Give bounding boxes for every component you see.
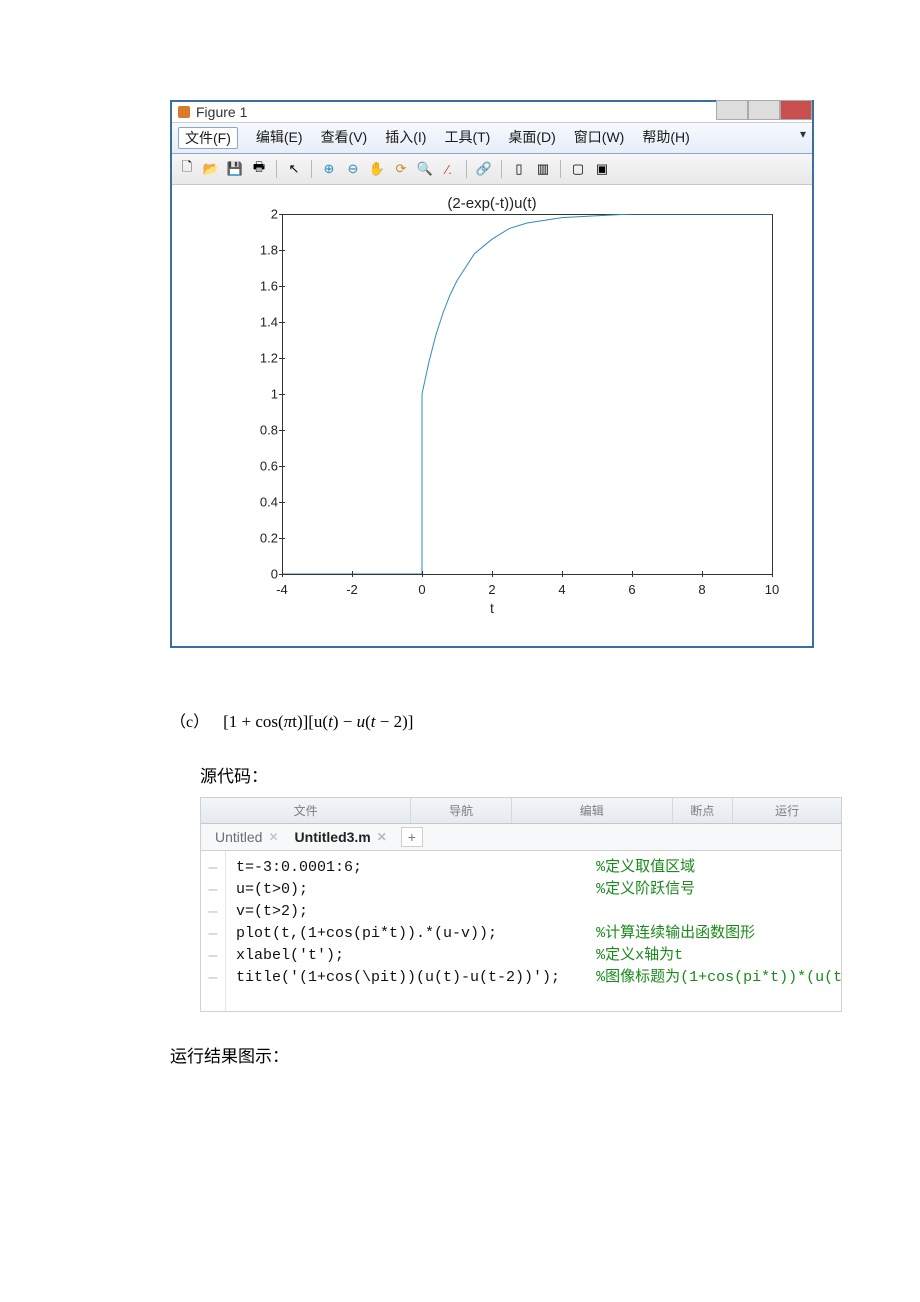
y-tick-label: 0.8 bbox=[256, 423, 278, 438]
caption-c: （c） [1 + cos(πt)][u(t) − u(t − 2)] bbox=[170, 708, 920, 732]
pan-icon[interactable]: ✋ bbox=[368, 160, 386, 178]
maximize-button[interactable] bbox=[748, 100, 780, 120]
brush-icon[interactable]: ⁄. bbox=[440, 160, 458, 178]
file-tab-label: Untitled3.m bbox=[295, 829, 371, 845]
y-tick-label: 1.2 bbox=[256, 351, 278, 366]
menu-desktop[interactable]: 桌面(D) bbox=[508, 127, 555, 149]
close-icon[interactable]: ✕ bbox=[268, 830, 278, 844]
open-icon[interactable]: 📂 bbox=[202, 160, 220, 178]
y-tick-label: 0 bbox=[256, 567, 278, 582]
toolbar-separator bbox=[276, 160, 277, 178]
caption-label: （c） bbox=[170, 714, 209, 731]
y-tick-label: 1.8 bbox=[256, 243, 278, 258]
x-tick-label: 8 bbox=[690, 582, 714, 597]
x-tick-label: 10 bbox=[760, 582, 784, 597]
menu-file[interactable]: 文件(F) bbox=[178, 127, 238, 149]
tab-file[interactable]: 文件 bbox=[201, 798, 411, 823]
figure-menubar: 文件(F) 编辑(E) 查看(V) 插入(I) 工具(T) 桌面(D) 窗口(W… bbox=[172, 123, 812, 154]
y-tick-label: 1.4 bbox=[256, 315, 278, 330]
source-code-label: 源代码： bbox=[200, 762, 920, 787]
new-file-button[interactable]: + bbox=[401, 827, 423, 847]
print-icon[interactable]: 🖶 bbox=[250, 160, 268, 178]
y-tick-label: 2 bbox=[256, 207, 278, 222]
menu-window[interactable]: 窗口(W) bbox=[574, 127, 625, 149]
hide-plot-icon[interactable]: ▢ bbox=[569, 160, 587, 178]
toolbar-separator bbox=[311, 160, 312, 178]
plot-title: (2-exp(-t))u(t) bbox=[192, 195, 792, 212]
editor-file-tabs: Untitled ✕ Untitled3.m ✕ + bbox=[201, 824, 841, 851]
file-tab-untitled3[interactable]: Untitled3.m ✕ bbox=[289, 829, 393, 845]
figure-window: Figure 1 文件(F) 编辑(E) 查看(V) 插入(I) 工具(T) 桌… bbox=[170, 100, 814, 648]
rotate-icon[interactable]: ⟳ bbox=[392, 160, 410, 178]
x-tick-label: 6 bbox=[620, 582, 644, 597]
figure-title-text: Figure 1 bbox=[196, 104, 247, 120]
matlab-logo-icon bbox=[178, 106, 190, 118]
minimize-button[interactable] bbox=[716, 100, 748, 120]
run-result-label: 运行结果图示： bbox=[170, 1042, 920, 1067]
menu-view[interactable]: 查看(V) bbox=[321, 127, 368, 149]
menu-tools[interactable]: 工具(T) bbox=[444, 127, 490, 149]
x-tick-label: 4 bbox=[550, 582, 574, 597]
caption-formula: [1 + cos(πt)][u(t) − u(t − 2)] bbox=[223, 712, 413, 731]
code-area[interactable]: –––––– t=-3:0.0001:6; %定义取值区域 u=(t>0); %… bbox=[201, 851, 841, 1011]
tab-run[interactable]: 运行 bbox=[733, 798, 841, 823]
axes: 00.20.40.60.811.21.41.61.82-4-20246810 bbox=[212, 214, 772, 594]
close-icon[interactable]: ✕ bbox=[377, 830, 387, 844]
editor-window: 文件 导航 编辑 断点 运行 Untitled ✕ Untitled3.m ✕ … bbox=[200, 797, 842, 1012]
menu-edit[interactable]: 编辑(E) bbox=[256, 127, 303, 149]
x-axis-label: t bbox=[192, 600, 792, 616]
x-tick-label: -2 bbox=[340, 582, 364, 597]
datatip-icon[interactable]: 🔍 bbox=[416, 160, 434, 178]
x-tick-label: 0 bbox=[410, 582, 434, 597]
close-button[interactable] bbox=[780, 100, 812, 120]
toolbar-separator bbox=[466, 160, 467, 178]
y-tick-label: 0.2 bbox=[256, 531, 278, 546]
tab-break[interactable]: 断点 bbox=[673, 798, 734, 823]
colorbar-icon[interactable]: ▯ bbox=[510, 160, 528, 178]
toolbar-separator bbox=[560, 160, 561, 178]
line-series bbox=[282, 214, 772, 574]
y-tick-label: 1 bbox=[256, 387, 278, 402]
code-gutter: –––––– bbox=[201, 851, 226, 1011]
plot-area: (2-exp(-t))u(t) 0 0.2 0.4 0.6 0.8 1 1.2 1.4 1.6 1… bbox=[172, 185, 812, 646]
menu-insert[interactable]: 插入(I) bbox=[385, 127, 426, 149]
editor-ribbon-tabs: 文件 导航 编辑 断点 运行 bbox=[201, 798, 841, 824]
figure-toolbar: 🗋 📂 💾 🖶 ↖ ⊕ ⊖ ✋ ⟳ 🔍 ⁄. 🔗 ▯ ▥ ▢ ▣ bbox=[172, 154, 812, 185]
tab-nav[interactable]: 导航 bbox=[411, 798, 512, 823]
tab-edit[interactable]: 编辑 bbox=[512, 798, 673, 823]
link-icon[interactable]: 🔗 bbox=[475, 160, 493, 178]
file-tab-untitled[interactable]: Untitled ✕ bbox=[209, 829, 285, 845]
x-tick-label: 2 bbox=[480, 582, 504, 597]
show-plot-icon[interactable]: ▣ bbox=[593, 160, 611, 178]
figure-titlebar[interactable]: Figure 1 bbox=[172, 102, 812, 123]
new-icon[interactable]: 🗋 bbox=[178, 160, 196, 178]
code-body[interactable]: t=-3:0.0001:6; %定义取值区域 u=(t>0); %定义阶跃信号 … bbox=[226, 851, 841, 1011]
save-icon[interactable]: 💾 bbox=[226, 160, 244, 178]
y-tick-label: 1.6 bbox=[256, 279, 278, 294]
legend-icon[interactable]: ▥ bbox=[534, 160, 552, 178]
toolbar-separator bbox=[501, 160, 502, 178]
file-tab-label: Untitled bbox=[215, 829, 262, 845]
zoom-out-icon[interactable]: ⊖ bbox=[344, 160, 362, 178]
menu-help[interactable]: 帮助(H) bbox=[642, 127, 689, 149]
y-tick-label: 0.6 bbox=[256, 459, 278, 474]
zoom-in-icon[interactable]: ⊕ bbox=[320, 160, 338, 178]
y-tick-label: 0.4 bbox=[256, 495, 278, 510]
menu-overflow-icon[interactable]: ▾ bbox=[800, 127, 806, 149]
x-tick-label: -4 bbox=[270, 582, 294, 597]
pointer-icon[interactable]: ↖ bbox=[285, 160, 303, 178]
